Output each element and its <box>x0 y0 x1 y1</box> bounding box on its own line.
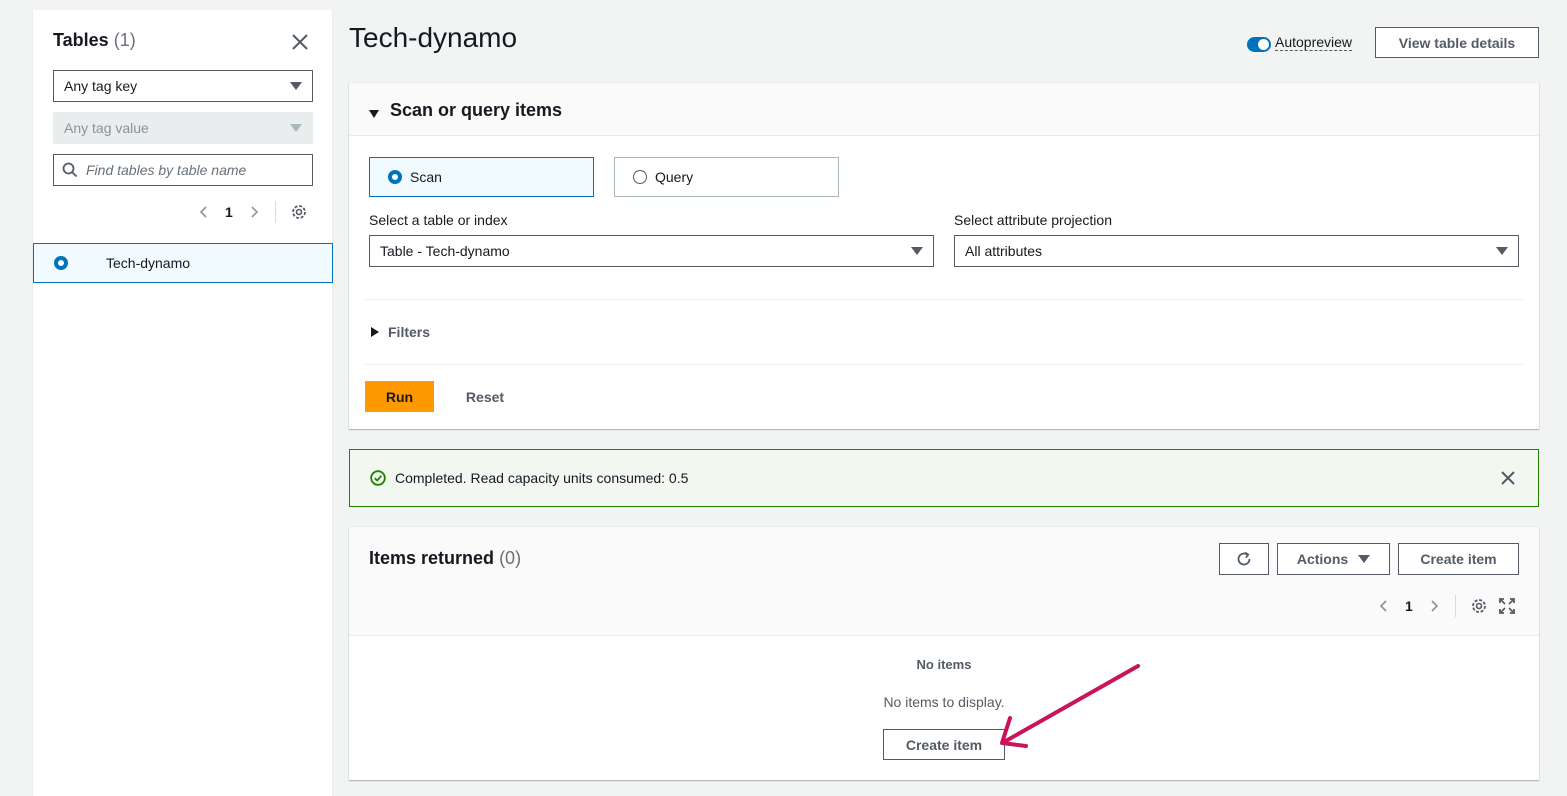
table-name: Tech-dynamo <box>106 255 191 271</box>
flash-message: Completed. Read capacity units consumed:… <box>395 470 689 486</box>
caret-down-icon <box>1358 555 1371 563</box>
radio-selected-icon[interactable] <box>388 170 402 184</box>
caret-down-icon <box>290 124 302 132</box>
table-index-select[interactable]: Table - Tech-dynamo <box>369 235 934 267</box>
items-pagination: 1 <box>1377 595 1516 617</box>
caret-down-icon <box>1496 247 1508 255</box>
table-index-value: Table - Tech-dynamo <box>380 243 510 259</box>
tag-value-select: Any tag value <box>53 112 313 144</box>
chevron-left-icon[interactable] <box>1377 599 1391 613</box>
search-icon <box>62 162 78 178</box>
empty-state-title: No items <box>916 657 972 672</box>
success-flash: Completed. Read capacity units consumed:… <box>349 449 1539 507</box>
fullscreen-icon[interactable] <box>1498 597 1516 615</box>
query-mode-label: Query <box>655 169 694 185</box>
radio-unselected-icon[interactable] <box>633 170 647 184</box>
autopreview-toggle[interactable] <box>1247 37 1271 52</box>
divider <box>274 201 276 223</box>
filters-expander[interactable]: Filters <box>369 323 489 341</box>
refresh-button[interactable] <box>1219 543 1269 575</box>
projection-value: All attributes <box>965 243 1043 259</box>
gear-icon[interactable] <box>290 203 308 221</box>
tables-pagination: 1 <box>197 201 308 223</box>
divider <box>365 299 1523 300</box>
divider <box>365 364 1523 365</box>
radio-selected-icon[interactable] <box>54 256 68 270</box>
caret-down-icon <box>290 82 302 90</box>
autopreview-label[interactable]: Autopreview <box>1275 34 1353 51</box>
caret-down-icon <box>911 247 923 255</box>
projection-select[interactable]: All attributes <box>954 235 1519 267</box>
items-header: Items returned (0) Actions Create item 1 <box>349 527 1539 636</box>
table-search-field[interactable] <box>53 154 313 186</box>
view-table-details-button[interactable]: View table details <box>1375 27 1539 58</box>
tables-side-panel: Tables (1) Any tag key Any tag value 1 <box>32 10 333 796</box>
caret-down-icon <box>369 110 379 118</box>
caret-right-icon <box>371 327 379 337</box>
gear-icon[interactable] <box>1470 597 1488 615</box>
divider <box>1454 595 1456 617</box>
page-title: Tech-dynamo <box>349 22 518 53</box>
query-mode-tile[interactable]: Query <box>614 157 839 197</box>
scan-mode-tile[interactable]: Scan <box>369 157 594 197</box>
reset-button[interactable]: Reset <box>455 381 515 412</box>
chevron-right-icon[interactable] <box>247 205 261 219</box>
page-number[interactable]: 1 <box>1405 598 1413 614</box>
actions-label: Actions <box>1296 551 1349 567</box>
refresh-icon <box>1237 551 1251 566</box>
tables-heading: Tables (1) <box>53 30 136 51</box>
items-count: (0) <box>499 548 522 568</box>
tag-value-value: Any tag value <box>64 120 149 136</box>
empty-create-item-button[interactable]: Create item <box>883 729 1005 760</box>
items-heading: Items returned (0) <box>369 548 521 569</box>
close-icon[interactable] <box>290 32 310 52</box>
tables-count: (1) <box>113 30 136 50</box>
table-search-input[interactable] <box>86 155 306 185</box>
chevron-left-icon[interactable] <box>197 205 211 219</box>
items-returned-panel: Items returned (0) Actions Create item 1 <box>349 527 1539 780</box>
empty-state-message: No items to display. <box>883 694 1005 710</box>
success-check-icon <box>370 470 386 486</box>
scan-query-header[interactable]: Scan or query items <box>349 83 1539 136</box>
page-number[interactable]: 1 <box>225 204 233 220</box>
tag-key-select[interactable]: Any tag key <box>53 70 313 102</box>
table-list-item[interactable]: Tech-dynamo <box>33 243 333 283</box>
filters-label: Filters <box>388 324 431 340</box>
scan-mode-label: Scan <box>410 169 442 185</box>
close-icon[interactable] <box>1500 470 1516 486</box>
items-title: Items returned <box>369 548 495 568</box>
create-item-button[interactable]: Create item <box>1398 543 1519 575</box>
scan-query-title: Scan or query items <box>390 100 563 120</box>
chevron-right-icon[interactable] <box>1427 599 1441 613</box>
run-button[interactable]: Run <box>365 381 434 412</box>
projection-select-label: Select attribute projection <box>954 212 1112 228</box>
tables-title: Tables <box>53 30 109 50</box>
tag-key-value: Any tag key <box>64 78 138 94</box>
actions-button[interactable]: Actions <box>1277 543 1390 575</box>
table-select-label: Select a table or index <box>369 212 508 228</box>
scan-query-panel: Scan or query items Scan Query Select a … <box>349 83 1539 429</box>
